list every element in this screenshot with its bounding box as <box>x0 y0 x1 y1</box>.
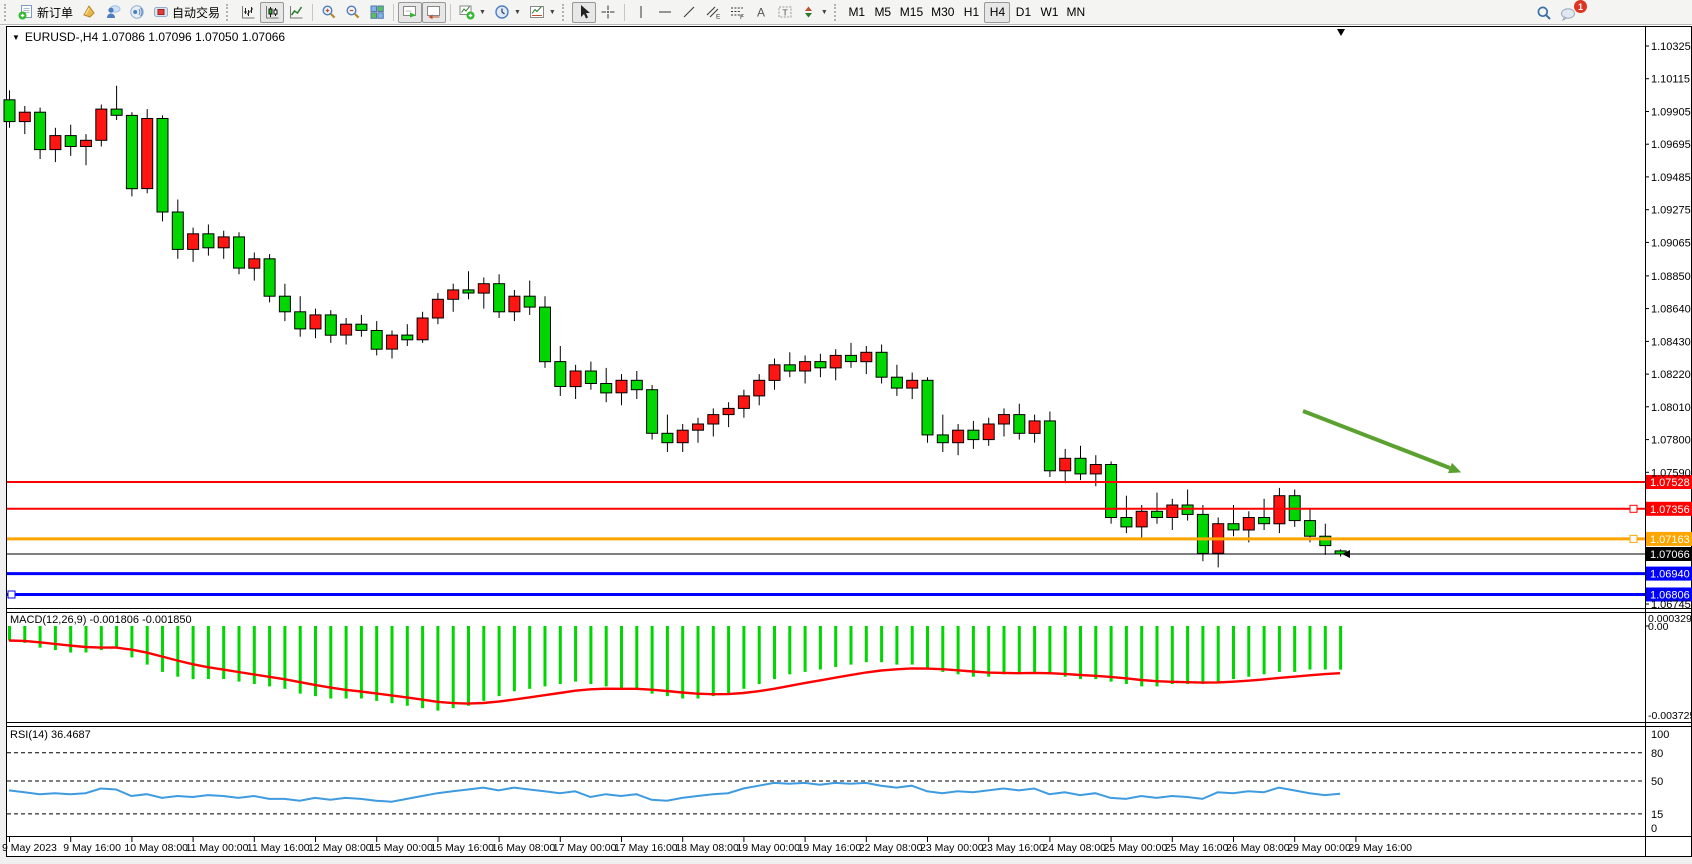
svg-text:1.08010: 1.08010 <box>1651 402 1691 414</box>
symbol-ohlc-text: EURUSD-,H4 1.07086 1.07096 1.07050 1.070… <box>25 30 285 44</box>
svg-text:9 May 2023: 9 May 2023 <box>2 842 57 854</box>
svg-text:-0.003725: -0.003725 <box>1648 710 1692 722</box>
svg-text:17 May 16:00: 17 May 16:00 <box>614 842 678 854</box>
svg-text:12 May 08:00: 12 May 08:00 <box>308 842 372 854</box>
svg-text:1.08640: 1.08640 <box>1651 304 1691 316</box>
svg-text:0: 0 <box>1651 823 1657 835</box>
svg-text:19 May 16:00: 19 May 16:00 <box>798 842 862 854</box>
line-selection-marker[interactable] <box>8 591 15 598</box>
svg-text:15 May 16:00: 15 May 16:00 <box>430 842 494 854</box>
svg-text:25 May 16:00: 25 May 16:00 <box>1165 842 1229 854</box>
svg-text:1.09275: 1.09275 <box>1651 205 1691 217</box>
line-selection-marker[interactable] <box>1630 535 1637 542</box>
chart-frame <box>7 27 1692 857</box>
svg-text:1.07163: 1.07163 <box>1650 534 1690 546</box>
svg-text:100: 100 <box>1651 729 1669 741</box>
svg-text:10 May 08:00: 10 May 08:00 <box>124 842 188 854</box>
svg-text:23 May 16:00: 23 May 16:00 <box>981 842 1045 854</box>
svg-text:0.00: 0.00 <box>1648 621 1669 633</box>
mt4-window: 新订单 自动交易 <box>0 0 1692 864</box>
svg-text:23 May 00:00: 23 May 00:00 <box>920 842 984 854</box>
svg-text:1.07356: 1.07356 <box>1650 504 1690 516</box>
svg-text:18 May 08:00: 18 May 08:00 <box>675 842 739 854</box>
svg-text:17 May 00:00: 17 May 00:00 <box>553 842 617 854</box>
svg-text:15: 15 <box>1651 809 1663 821</box>
svg-text:1.09695: 1.09695 <box>1651 139 1691 151</box>
svg-text:1.09485: 1.09485 <box>1651 172 1691 184</box>
svg-text:16 May 08:00: 16 May 08:00 <box>492 842 556 854</box>
svg-text:1.08220: 1.08220 <box>1651 369 1691 381</box>
svg-text:26 May 08:00: 26 May 08:00 <box>1226 842 1290 854</box>
svg-text:19 May 00:00: 19 May 00:00 <box>736 842 800 854</box>
svg-text:1.10115: 1.10115 <box>1651 74 1690 86</box>
svg-text:1.07590: 1.07590 <box>1651 467 1691 479</box>
svg-text:1.09905: 1.09905 <box>1651 107 1691 119</box>
rsi-label: RSI(14) 36.4687 <box>10 729 91 741</box>
svg-text:80: 80 <box>1651 748 1663 760</box>
macd-label: MACD(12,26,9) -0.001806 -0.001850 <box>10 614 192 626</box>
svg-text:11 May 00:00: 11 May 00:00 <box>186 842 249 854</box>
svg-text:15 May 00:00: 15 May 00:00 <box>369 842 433 854</box>
svg-text:9 May 16:00: 9 May 16:00 <box>63 842 121 854</box>
svg-text:24 May 08:00: 24 May 08:00 <box>1042 842 1106 854</box>
svg-text:22 May 08:00: 22 May 08:00 <box>859 842 923 854</box>
line-selection-marker[interactable] <box>1630 505 1637 512</box>
svg-text:50: 50 <box>1651 776 1663 788</box>
svg-text:1.06745: 1.06745 <box>1651 599 1691 611</box>
svg-text:1.07800: 1.07800 <box>1651 435 1691 447</box>
symbol-dropdown-icon[interactable]: ▼ <box>12 33 20 42</box>
svg-text:1.06940: 1.06940 <box>1650 569 1690 581</box>
svg-text:1.08430: 1.08430 <box>1651 336 1691 348</box>
svg-text:25 May 00:00: 25 May 00:00 <box>1104 842 1168 854</box>
chart-title: ▼ EURUSD-,H4 1.07086 1.07096 1.07050 1.0… <box>12 30 285 44</box>
chart-canvas[interactable]: 1.075281.073561.071631.070661.069401.068… <box>0 0 1692 864</box>
svg-text:1.10325: 1.10325 <box>1651 41 1691 53</box>
svg-text:29 May 16:00: 29 May 16:00 <box>1348 842 1412 854</box>
svg-text:11 May 16:00: 11 May 16:00 <box>247 842 310 854</box>
svg-text:1.07066: 1.07066 <box>1650 549 1690 561</box>
svg-text:29 May 00:00: 29 May 00:00 <box>1287 842 1351 854</box>
svg-text:1.09065: 1.09065 <box>1651 237 1691 249</box>
svg-text:1.08850: 1.08850 <box>1651 271 1691 283</box>
